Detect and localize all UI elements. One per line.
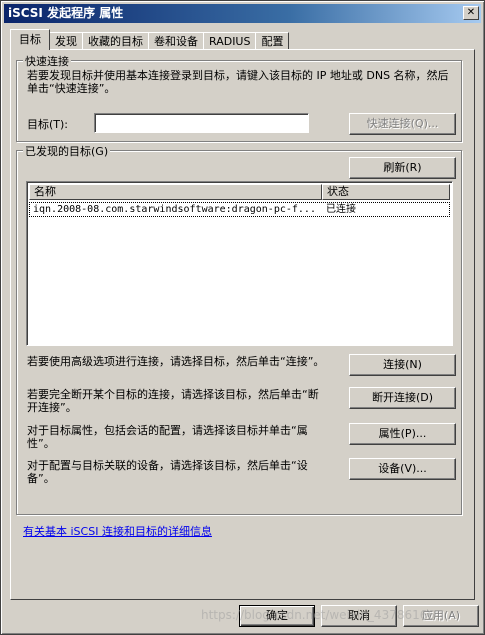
target-name-cell: iqn.2008-08.com.starwindsoftware:dragon-… (33, 204, 316, 215)
properties-button[interactable]: 属性(P)... (349, 423, 456, 445)
properties-dialog: iSCSI 发起程序 属性 ✕ 目标 发现 收藏的目标 卷和设备 RADIUS … (0, 0, 485, 635)
help-link[interactable]: 有关基本 iSCSI 连接和目标的详细信息 (23, 523, 212, 539)
disconnect-button[interactable]: 断开连接(D) (349, 387, 456, 409)
properties-description: 对于目标属性，包括会话的配置，请选择该目标并单击“属性”。 (27, 424, 308, 450)
target-label: 目标(T): (27, 118, 69, 131)
connect-button[interactable]: 连接(N) (349, 354, 456, 376)
devices-description: 对于配置与目标关联的设备，请选择该目标，然后单击“设备”。 (27, 459, 308, 485)
tab-strip: 目标 发现 收藏的目标 卷和设备 RADIUS 配置 (10, 29, 290, 50)
watermark: https://blog.csdn.net/weixin_43786166 (201, 608, 436, 622)
devices-button[interactable]: 设备(V)... (349, 458, 456, 480)
tab-targets[interactable]: 目标 (10, 29, 50, 50)
quick-connect-description: 若要发现目标并使用基本连接登录到目标，请键入该目标的 IP 地址或 DNS 名称… (27, 69, 449, 95)
tab-discovery[interactable]: 发现 (49, 32, 83, 50)
window-title: iSCSI 发起程序 属性 (8, 6, 124, 20)
connect-description: 若要使用高级选项进行连接，请选择目标，然后单击“连接”。 (27, 355, 325, 368)
title-bar[interactable]: iSCSI 发起程序 属性 ✕ (4, 4, 481, 23)
list-header: 名称 状态 (29, 184, 450, 200)
quick-connect-title: 快速连接 (23, 53, 71, 69)
tab-favorite-targets[interactable]: 收藏的目标 (82, 32, 149, 50)
targets-list[interactable]: 名称 状态 iqn.2008-08.com.starwindsoftware:d… (26, 181, 453, 346)
column-name[interactable]: 名称 (29, 184, 322, 200)
quick-connect-button[interactable]: 快速连接(Q)... (349, 113, 456, 135)
tab-configuration[interactable]: 配置 (255, 32, 290, 50)
target-input[interactable] (94, 113, 309, 133)
tab-volumes-devices[interactable]: 卷和设备 (148, 32, 204, 50)
disconnect-description: 若要完全断开某个目标的连接，请选择该目标，然后单击“断开连接”。 (27, 388, 319, 414)
discovered-targets-title: 已发现的目标(G) (23, 143, 111, 159)
table-row[interactable]: iqn.2008-08.com.starwindsoftware:dragon-… (29, 202, 450, 217)
tab-radius[interactable]: RADIUS (203, 32, 257, 50)
refresh-button[interactable]: 刷新(R) (349, 157, 456, 179)
column-status[interactable]: 状态 (322, 184, 450, 200)
target-status-cell: 已连接 (326, 204, 356, 215)
close-icon[interactable]: ✕ (463, 6, 479, 20)
